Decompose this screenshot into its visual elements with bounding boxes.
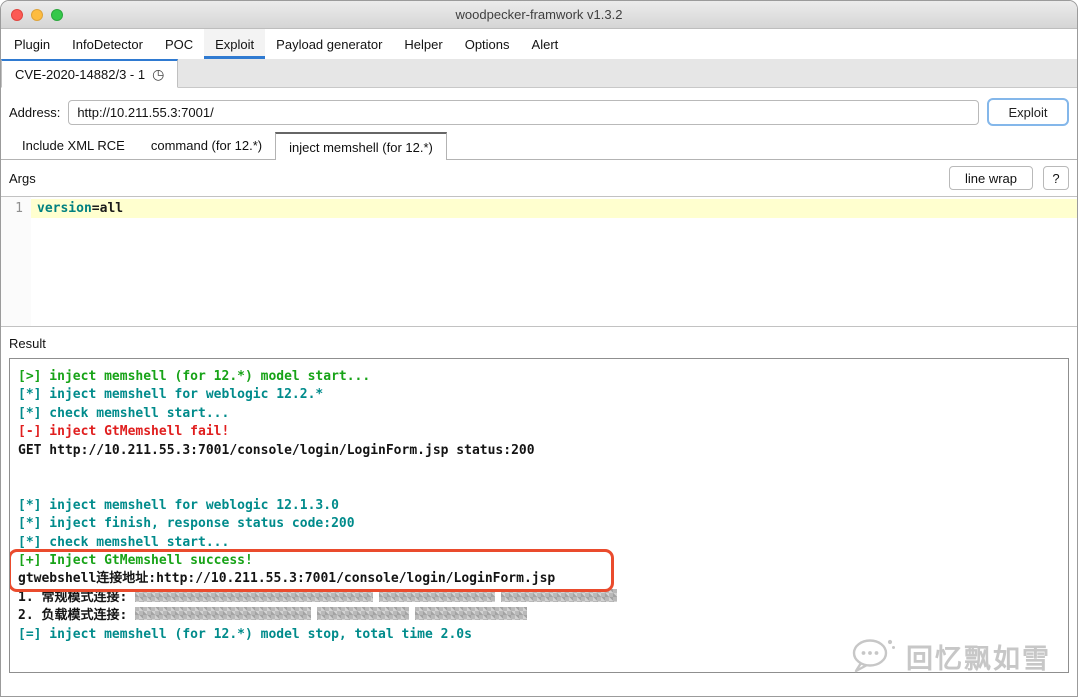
minimize-button[interactable] — [31, 8, 43, 21]
close-button[interactable] — [11, 8, 23, 21]
result-line-text: [*] inject memshell for weblogic 12.1.3.… — [18, 497, 339, 513]
result-label: Result — [9, 336, 46, 351]
code-area[interactable]: version=all — [31, 197, 1077, 326]
watermark: 回忆飘如雪 — [848, 636, 1051, 676]
result-line: gtwebshell连接地址:http://10.211.55.3:7001/c… — [18, 570, 1060, 588]
app-window: woodpecker-framwork v1.3.2 Plugin InfoDet… — [0, 0, 1078, 697]
window-title: woodpecker-framwork v1.3.2 — [455, 7, 623, 22]
code-keyword: version — [37, 201, 92, 216]
result-line: [*] inject memshell for weblogic 12.1.3.… — [18, 497, 1060, 515]
menu-item-payload-generator[interactable]: Payload generator — [265, 29, 393, 59]
menu-item-exploit[interactable]: Exploit — [204, 29, 266, 59]
result-line: 1. 常规模式连接: — [18, 588, 1060, 607]
zoom-button[interactable] — [51, 8, 63, 21]
result-line: [*] inject finish, response status code:… — [18, 515, 1060, 533]
tab-cve-2020-14882[interactable]: CVE-2020-14882/3 - 1 ◷ — [1, 59, 179, 88]
address-row: Address: Exploit — [1, 88, 1077, 132]
redacted-block — [379, 588, 496, 602]
result-line-text: [+] Inject GtMemshell success! — [18, 553, 253, 569]
result-line-text: 1. 常规模式连接: — [18, 589, 136, 605]
result-line — [18, 478, 1060, 496]
menu-item-plugin[interactable]: Plugin — [3, 29, 61, 59]
menu-bar: Plugin InfoDetector POC Exploit Payload gene… — [1, 29, 1077, 59]
subtab-command-for-12[interactable]: command (for 12.*) — [138, 132, 275, 159]
subtab-include-xml-rce[interactable]: Include XML RCE — [9, 132, 138, 159]
menu-item-infodetector[interactable]: InfoDetector — [61, 29, 154, 59]
menu-item-poc[interactable]: POC — [154, 29, 204, 59]
result-line: 2. 负载模式连接: — [18, 607, 1060, 625]
result-line-text: [*] check memshell start... — [18, 405, 230, 421]
result-line-text: [*] inject memshell for weblogic 12.2.* — [18, 387, 324, 403]
result-line-text: gtwebshell连接地址:http://10.211.55.3:7001/c… — [18, 571, 556, 587]
args-editor[interactable]: 1 version=all — [1, 196, 1077, 327]
result-line-text: [>] inject memshell (for 12.*) model sta… — [18, 369, 371, 384]
result-line: [*] inject memshell for weblogic 12.2.* — [18, 386, 1060, 404]
result-output[interactable]: [>] inject memshell (for 12.*) model sta… — [9, 358, 1069, 673]
menu-item-helper[interactable]: Helper — [393, 29, 453, 59]
menu-item-alert[interactable]: Alert — [521, 29, 570, 59]
result-line — [18, 460, 1060, 478]
exploit-button[interactable]: Exploit — [987, 98, 1069, 126]
code-rest: =all — [91, 201, 124, 216]
address-label: Address: — [9, 104, 61, 120]
redacted-block — [415, 607, 528, 621]
result-line-text: [*] inject finish, response status code:… — [18, 516, 355, 532]
redacted-block — [135, 588, 374, 602]
traffic-lights — [11, 1, 63, 28]
watermark-text: 回忆飘如雪 — [906, 643, 1051, 674]
code-line: version=all — [31, 199, 1077, 218]
result-line-text: [*] check memshell start... — [18, 534, 230, 550]
result-line: GET http://10.211.55.3:7001/console/logi… — [18, 442, 1060, 460]
line-number-gutter: 1 — [1, 197, 31, 326]
redacted-block — [135, 607, 312, 621]
result-line-text — [18, 461, 26, 476]
args-label: Args — [9, 170, 36, 186]
line-number: 1 — [15, 201, 23, 216]
result-line-text: [=] inject memshell (for 12.*) model sto… — [18, 626, 472, 642]
result-line-text: [-] inject GtMemshell fail! — [18, 424, 230, 440]
title-bar: woodpecker-framwork v1.3.2 — [1, 1, 1077, 29]
result-line: [>] inject memshell (for 12.*) model sta… — [18, 368, 1060, 386]
subtab-inject-memshell-for-12[interactable]: inject memshell (for 12.*) — [275, 132, 447, 160]
tab-bar: CVE-2020-14882/3 - 1 ◷ — [1, 59, 1077, 88]
line-wrap-button[interactable]: line wrap — [948, 166, 1033, 190]
tab-label: CVE-2020-14882/3 - 1 — [15, 66, 146, 82]
subtab-bar: Include XML RCE command (for 12.*) inject … — [1, 132, 1077, 160]
result-line: [*] check memshell start... — [18, 534, 1060, 552]
redacted-block — [501, 588, 618, 602]
clock-icon: ◷ — [152, 65, 165, 82]
result-line: [-] inject GtMemshell fail! — [18, 423, 1060, 441]
args-row: Args line wrap ? — [1, 160, 1077, 196]
chat-bubble-icon — [852, 639, 895, 673]
result-line: [+] Inject GtMemshell success! — [18, 552, 1060, 570]
help-button[interactable]: ? — [1043, 166, 1069, 190]
result-line-text — [18, 479, 26, 494]
result-line-text: GET http://10.211.55.3:7001/console/logi… — [18, 442, 535, 458]
menu-item-options[interactable]: Options — [454, 29, 521, 59]
redacted-block — [317, 607, 410, 621]
result-line: [*] check memshell start... — [18, 405, 1060, 423]
address-input[interactable] — [68, 99, 979, 125]
result-line-text: 2. 负载模式连接: — [18, 608, 136, 624]
